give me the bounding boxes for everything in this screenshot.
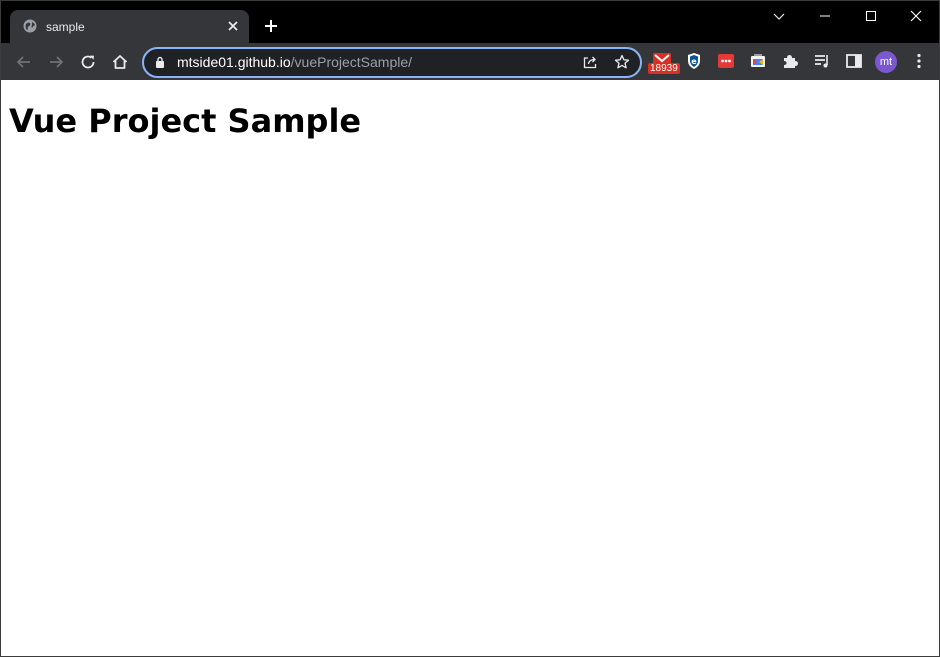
home-button[interactable] xyxy=(107,49,133,75)
minimize-button[interactable] xyxy=(802,1,848,31)
forward-button[interactable] xyxy=(43,49,69,75)
maximize-icon xyxy=(866,11,876,21)
more-vertical-icon[interactable] xyxy=(909,51,929,71)
reload-button[interactable] xyxy=(75,49,101,75)
minimize-icon xyxy=(820,15,830,17)
url-host: mtside01.github.io xyxy=(177,54,291,70)
page-title: Vue Project Sample xyxy=(9,102,362,140)
profile-avatar[interactable]: mt xyxy=(875,51,897,73)
reading-list-icon[interactable] xyxy=(812,51,832,71)
chevron-down-icon xyxy=(773,13,785,20)
browser-toolbar: mtside01.github.io/vueProjectSample/ e xyxy=(1,43,939,80)
tab-title: sample xyxy=(46,20,85,34)
browser-tab[interactable]: sample xyxy=(10,10,249,43)
arrow-left-icon xyxy=(16,56,30,68)
tab-strip: sample xyxy=(1,1,939,43)
tab-search-button[interactable] xyxy=(756,1,802,31)
ellipsis-extension-icon[interactable] xyxy=(716,51,736,71)
capture-extension-icon[interactable] xyxy=(748,51,768,71)
arrow-right-icon xyxy=(50,56,64,68)
puzzle-icon[interactable] xyxy=(780,51,800,71)
new-tab-plus-icon[interactable] xyxy=(262,17,280,35)
maximize-button[interactable] xyxy=(848,1,894,31)
close-window-button[interactable] xyxy=(893,1,939,31)
page-viewport: Vue Project Sample xyxy=(1,80,939,656)
lock-icon[interactable] xyxy=(155,56,165,68)
shield-e-extension-icon[interactable]: e xyxy=(684,51,704,71)
star-icon[interactable] xyxy=(614,54,630,70)
home-icon xyxy=(112,55,128,69)
reload-icon xyxy=(81,55,95,69)
address-bar[interactable]: mtside01.github.io/vueProjectSample/ xyxy=(142,47,642,78)
back-button[interactable] xyxy=(11,49,37,75)
globe-icon xyxy=(23,19,37,33)
share-icon[interactable] xyxy=(582,54,598,70)
browser-window: sample mtside01.github.io/vueProjectSamp… xyxy=(0,0,940,657)
gmail-unread-badge: 18939 xyxy=(648,63,680,74)
svg-text:e: e xyxy=(691,57,697,66)
close-icon[interactable] xyxy=(226,19,240,33)
side-panel-icon[interactable] xyxy=(844,51,864,71)
url-path: /vueProjectSample/ xyxy=(290,54,413,70)
close-icon xyxy=(910,10,922,22)
url-text: mtside01.github.io/vueProjectSample/ xyxy=(177,54,412,70)
